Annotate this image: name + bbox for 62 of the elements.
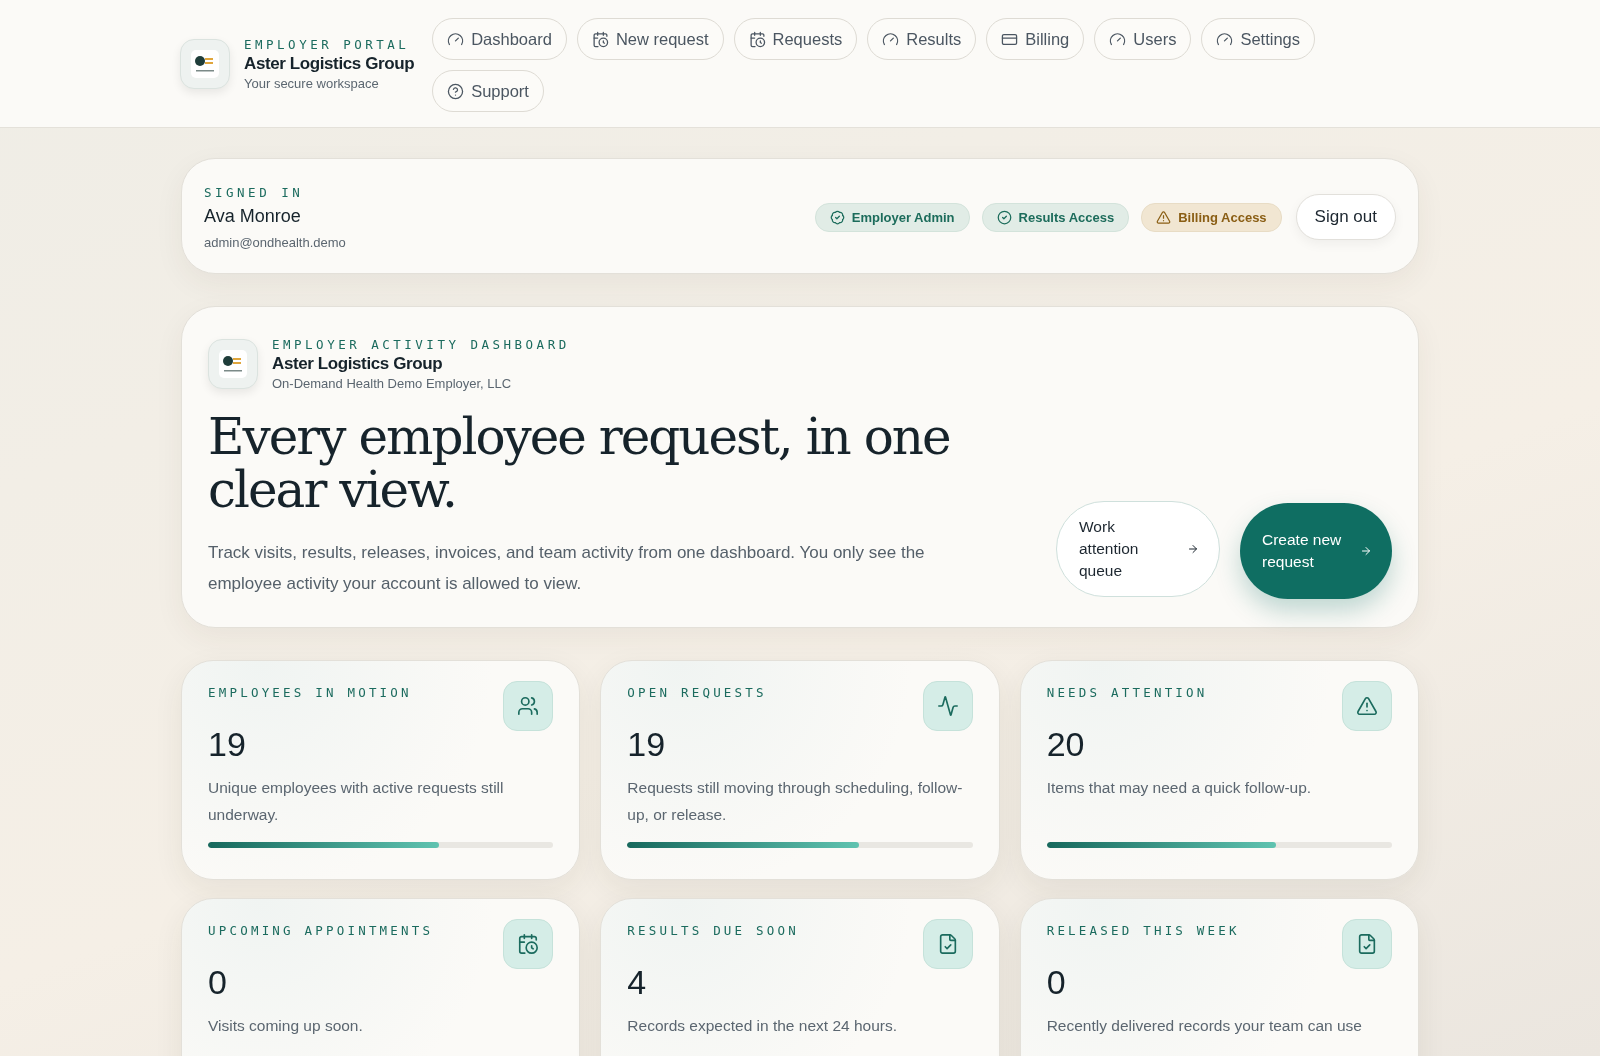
stat-note: Recently delivered records your team can use (1046, 1016, 1363, 1036)
stat-label: RESULTS DUE SOON (627, 923, 799, 938)
gauge-icon (1216, 30, 1234, 48)
stat-value: 4 (627, 963, 648, 1002)
gauge-icon (1109, 30, 1127, 48)
arrow-icon (1187, 543, 1199, 555)
dashboard-label: EMPLOYER ACTIVITY DASHBOARD (272, 337, 570, 352)
workspace-subtitle: Your secure workspace (244, 76, 380, 91)
file-check-icon (1356, 933, 1378, 955)
stat-note: Requests still moving through scheduling, follow-up, or release. (627, 778, 964, 825)
nav-tab[interactable]: Users (1094, 18, 1192, 60)
stat-value: 19 (208, 725, 247, 764)
calendar-clock-icon (591, 30, 609, 48)
pulse-icon (936, 695, 959, 717)
stat-value: 0 (1046, 963, 1067, 1002)
intro-text: Track visits, results, releases, invoices, and team activity from one dashboard. You only see the employee activity your account is allowed to view. (208, 542, 926, 595)
user-name: Ava Monroe (204, 205, 302, 227)
stat-note: Unique employees with active requests still underway. (208, 778, 505, 825)
logo-icon (190, 49, 220, 79)
organization-name: Aster Logistics Group (244, 54, 415, 74)
organization-name: Aster Logistics Group (272, 354, 444, 374)
stat-label: UPCOMING APPOINTMENTS (208, 923, 434, 938)
gauge-icon (882, 30, 900, 48)
warning-icon (1156, 209, 1172, 225)
stat-value: 20 (1046, 725, 1086, 764)
help-icon (447, 82, 465, 100)
stat-label: NEEDS ATTENTION (1046, 685, 1208, 700)
logo-icon (218, 349, 248, 379)
stat-label: EMPLOYEES IN MOTION (208, 685, 412, 700)
attention-queue-button[interactable]: Work attention queue (1056, 501, 1220, 597)
nav-tab[interactable]: Requests (733, 18, 858, 60)
stat-value: 19 (627, 725, 667, 764)
arrow-icon (1360, 545, 1372, 557)
signed-in-label: SIGNED IN (204, 184, 305, 200)
nav-tab[interactable]: Settings (1201, 18, 1315, 60)
calendar-clock-icon (748, 30, 766, 48)
users-icon (517, 695, 540, 717)
stat-note: Records expected in the next 24 hours. (627, 1016, 899, 1036)
nav-tab[interactable]: Results (867, 18, 977, 60)
create-request-button[interactable]: Create new request (1240, 503, 1392, 599)
permission-badge: Results Access (981, 202, 1130, 232)
sign-out-button[interactable]: Sign out (1295, 194, 1396, 240)
stat-label: RELEASED THIS WEEK (1046, 923, 1240, 938)
calendar-clock-icon (517, 933, 540, 955)
nav-tab[interactable]: Dashboard (432, 18, 567, 60)
headline: Every employee request, in one clear view. (208, 411, 951, 517)
user-email: admin@ondhealth.demo (204, 234, 346, 250)
stat-label: OPEN REQUESTS (627, 685, 767, 700)
permission-badge: Billing Access (1141, 202, 1282, 232)
stat-note: Visits coming up soon. (208, 1016, 364, 1036)
permission-badge: Employer Admin (814, 202, 970, 232)
verified-icon (829, 209, 845, 225)
stat-value: 0 (208, 963, 228, 1002)
warning-icon (1356, 695, 1378, 717)
nav-tab[interactable]: Support (432, 70, 544, 112)
nav-tab[interactable]: New request (576, 18, 724, 60)
legal-name: On-Demand Health Demo Employer, LLC (272, 376, 513, 391)
portal-label: EMPLOYER PORTAL (244, 37, 411, 52)
check-circle-icon (996, 209, 1012, 225)
gauge-icon (447, 30, 465, 48)
stat-note: Items that may need a quick follow-up. (1046, 778, 1313, 798)
nav-tab[interactable]: Billing (986, 18, 1085, 60)
